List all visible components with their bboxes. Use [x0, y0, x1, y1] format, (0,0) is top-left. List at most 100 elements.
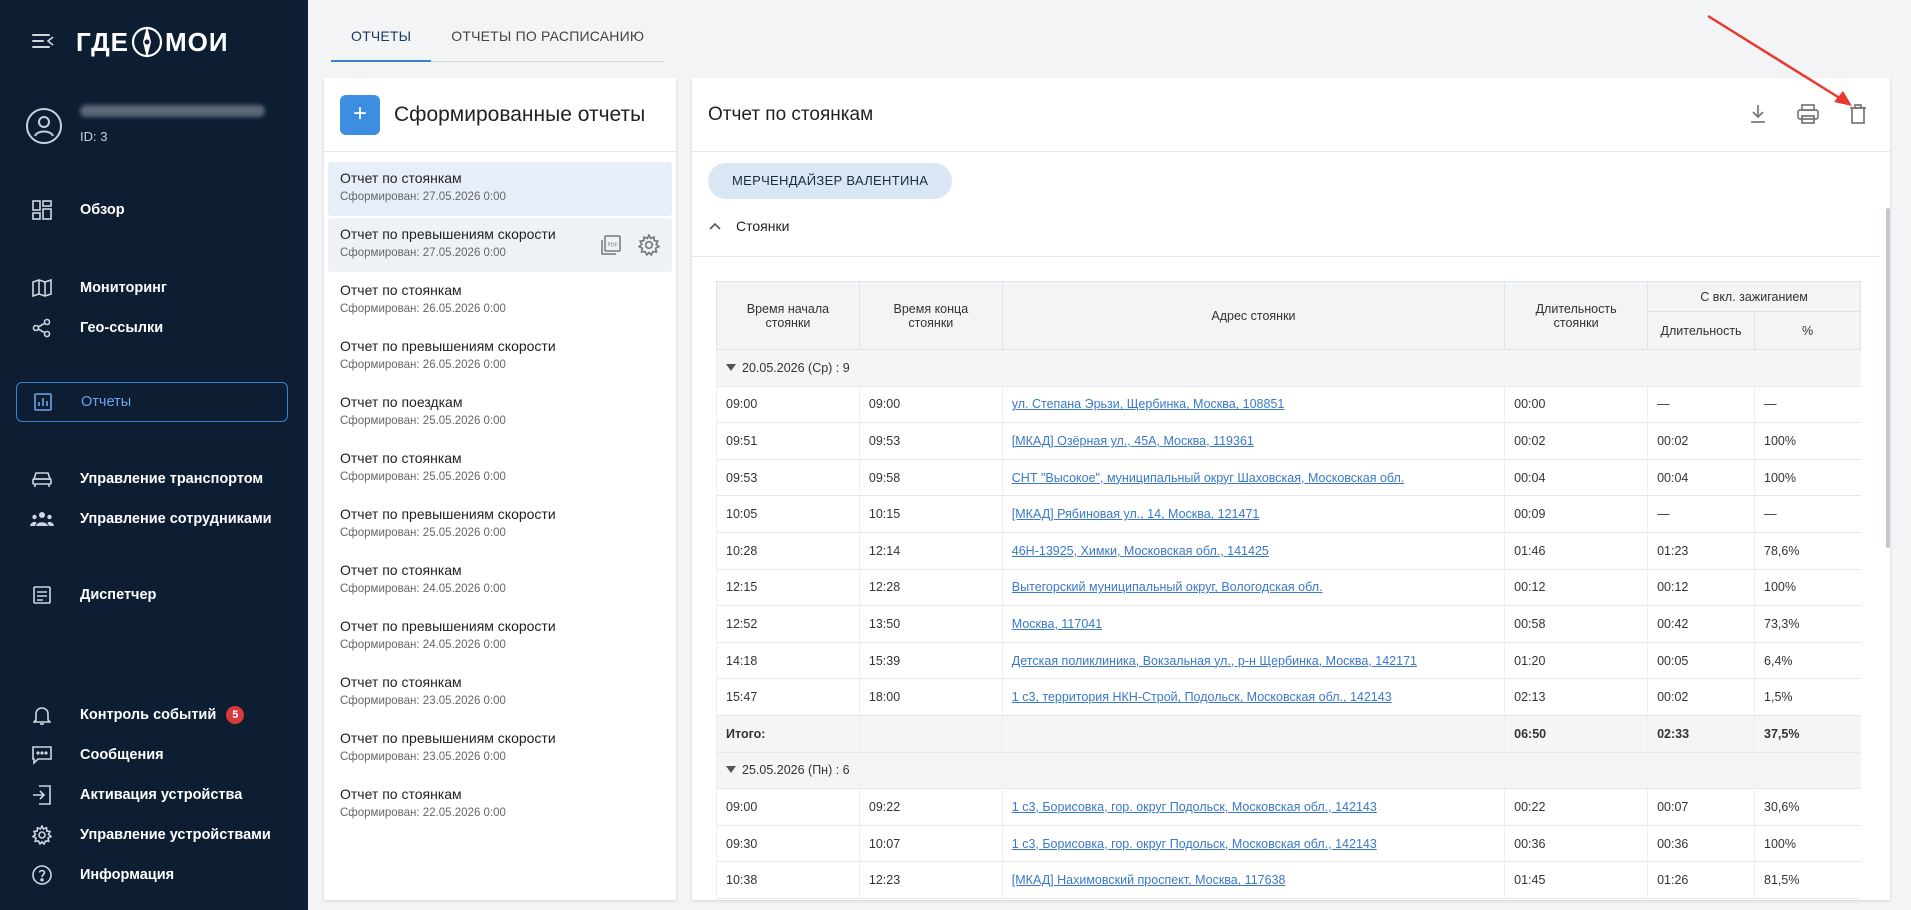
divider	[692, 256, 1880, 257]
table-row: 09:30 10:07 1 с3, Борисовка, гор. округ …	[716, 824, 1861, 863]
nav-item-messages[interactable]: Сообщения	[16, 735, 288, 775]
group-label: 25.05.2026 (Пн) : 6	[742, 763, 850, 778]
cell-duration: 01:45	[1504, 861, 1648, 899]
address-link[interactable]: [МКАД] Рябиновая ул., 14, Москва, 121471	[1012, 507, 1260, 521]
user-avatar-icon[interactable]	[26, 108, 62, 144]
nav-item-information[interactable]: Информация	[16, 855, 288, 895]
col-header-ignition-duration[interactable]: Длительность	[1647, 311, 1756, 350]
cell-end: 10:15	[858, 495, 1003, 533]
nav-item-vehicles[interactable]: Управление транспортом	[16, 459, 288, 499]
table-row: 10:05 10:15 [МКАД] Рябиновая ул., 14, Мо…	[716, 495, 1861, 533]
address-link[interactable]: 46Н-13925, Химки, Московская обл., 14142…	[1012, 544, 1269, 558]
help-icon	[30, 863, 54, 887]
address-link[interactable]: Москва, 117041	[1012, 617, 1102, 631]
address-link[interactable]: СНТ "Высокое", муниципальный округ Шахов…	[1012, 471, 1405, 485]
col-header-end[interactable]: Время конца стоянки	[858, 281, 1003, 350]
report-title: Отчет по стоянкам	[708, 104, 874, 125]
address-link[interactable]: ул. Степана Эрьзи, Щербинка, Москва, 108…	[1012, 397, 1285, 411]
nav-item-events[interactable]: Контроль событий 5	[16, 695, 288, 735]
nav-item-reports[interactable]: Отчеты	[16, 382, 288, 422]
nav-item-device-activation[interactable]: Активация устройства	[16, 775, 288, 815]
nav-item-overview[interactable]: Обзор	[16, 190, 288, 230]
report-list-item[interactable]: Отчет по превышениям скорости Сформирова…	[328, 218, 672, 272]
col-header-duration[interactable]: Длительность стоянки	[1504, 281, 1649, 350]
address-link[interactable]: Детская поликлиника, Вокзальная ул., р-н…	[1012, 654, 1417, 668]
cell-ign-duration: 00:04	[1647, 458, 1755, 497]
chevron-up-icon	[709, 222, 721, 230]
cell-end: 12:23	[858, 861, 1003, 899]
report-list-item[interactable]: Отчет по превышениям скорости Сформирова…	[328, 610, 672, 664]
table-row: 09:00 09:00 ул. Степана Эрьзи, Щербинка,…	[716, 385, 1861, 424]
cell-ign-pct: 30,6%	[1754, 788, 1861, 826]
report-list-item[interactable]: Отчет по поездкам Сформирован: 25.05.202…	[328, 386, 672, 440]
report-list: Отчет по стоянкам Сформирован: 27.05.202…	[328, 162, 672, 834]
cell-ign-duration: 00:05	[1647, 641, 1755, 680]
tab-reports[interactable]: ОТЧЕТЫ	[331, 18, 432, 62]
nav-label: Информация	[80, 867, 175, 883]
col-header-start[interactable]: Время начала стоянки	[716, 281, 860, 350]
nav-item-dispatcher[interactable]: Диспетчер	[16, 575, 288, 615]
cell-ign-duration: 00:02	[1647, 422, 1755, 460]
report-list-item[interactable]: Отчет по стоянкам Сформирован: 24.05.202…	[328, 554, 672, 608]
report-list-item[interactable]: Отчет по стоянкам Сформирован: 25.05.202…	[328, 442, 672, 496]
app-logo[interactable]: ГДЕ МОИ	[76, 20, 229, 64]
add-report-button[interactable]: +	[340, 95, 380, 135]
menu-collapse-icon[interactable]	[32, 32, 54, 50]
address-link[interactable]: [МКАД] Нахимовский проспект, Москва, 117…	[1012, 873, 1286, 887]
cell-ign-pct: 100%	[1754, 422, 1861, 460]
nav-item-geo-links[interactable]: Гео-ссылки	[16, 308, 288, 348]
cell-ign-duration: 01:26	[1647, 861, 1755, 899]
car-icon	[30, 467, 54, 491]
report-list-item[interactable]: Отчет по стоянкам Сформирован: 23.05.202…	[328, 666, 672, 720]
map-icon	[30, 276, 54, 300]
cell-ign-duration: 00:02	[1647, 678, 1755, 716]
report-name: Отчет по стоянкам	[340, 786, 462, 802]
col-header-ignition-percent[interactable]: %	[1754, 311, 1861, 350]
nav-item-monitoring[interactable]: Мониторинг	[16, 268, 288, 308]
cell-start: 10:28	[716, 531, 860, 570]
vertical-scrollbar[interactable]	[1886, 208, 1890, 548]
nav-item-device-management[interactable]: Управление устройствами	[16, 815, 288, 855]
cell-duration: 00:02	[1504, 422, 1648, 460]
report-date: Сформирован: 23.05.2026 0:00	[340, 751, 506, 763]
nav-item-employees[interactable]: Управление сотрудниками	[16, 499, 288, 539]
table-row: 14:18 15:39 Детская поликлиника, Вокзаль…	[716, 641, 1861, 680]
cell-ign-pct: 1,5%	[1754, 678, 1861, 716]
report-date: Сформирован: 24.05.2026 0:00	[340, 639, 506, 651]
report-list-item[interactable]: Отчет по стоянкам Сформирован: 22.05.202…	[328, 778, 672, 832]
address-link[interactable]: [МКАД] Озёрная ул., 45А, Москва, 119361	[1012, 434, 1254, 448]
tab-scheduled-reports[interactable]: ОТЧЕТЫ ПО РАСПИСАНИЮ	[431, 18, 664, 61]
cell-ign-duration: 00:12	[1647, 568, 1755, 607]
group-row[interactable]: 25.05.2026 (Пн) : 6	[716, 751, 1861, 790]
cell-start: 09:53	[716, 458, 860, 497]
address-link[interactable]: 1 с3, территория НКН-Строй, Подольск, Мо…	[1012, 690, 1392, 704]
nav-label: Отчеты	[81, 394, 132, 410]
cell-duration: 01:20	[1504, 641, 1648, 680]
cell-duration: 00:12	[1504, 568, 1648, 607]
section-title: Стоянки	[736, 218, 790, 234]
report-list-item[interactable]: Отчет по превышениям скорости Сформирова…	[328, 498, 672, 552]
section-header-parkings[interactable]: Стоянки	[708, 212, 789, 240]
report-list-item[interactable]: Отчет по стоянкам Сформирован: 27.05.202…	[328, 162, 672, 216]
group-row[interactable]: 20.05.2026 (Ср) : 9	[716, 349, 1861, 387]
nav-label: Управление устройствами	[80, 827, 271, 843]
annotation-arrow	[1707, 14, 1852, 106]
gear-icon[interactable]	[638, 234, 660, 256]
message-icon	[30, 743, 54, 767]
address-link[interactable]: 1 с3, Борисовка, гор. округ Подольск, Мо…	[1012, 837, 1377, 851]
address-link[interactable]: 1 с3, Борисовка, гор. округ Подольск, Мо…	[1012, 800, 1377, 814]
report-date: Сформирован: 25.05.2026 0:00	[340, 415, 506, 427]
report-list-item[interactable]: Отчет по стоянкам Сформирован: 26.05.202…	[328, 274, 672, 328]
table-row: 12:15 12:28 Вытегорский муниципальный ок…	[716, 568, 1861, 607]
address-link[interactable]: Вытегорский муниципальный округ, Вологод…	[1012, 580, 1323, 594]
report-list-item[interactable]: Отчет по превышениям скорости Сформирова…	[328, 330, 672, 384]
pdf-export-icon[interactable]: PDF	[600, 234, 622, 256]
nav-label: Активация устройства	[80, 787, 243, 803]
bell-icon	[30, 703, 54, 727]
employee-chip[interactable]: МЕРЧЕНДАЙЗЕР ВАЛЕНТИНА	[708, 163, 953, 199]
table-row: 09:51 09:53 [МКАД] Озёрная ул., 45А, Мос…	[716, 422, 1861, 460]
report-list-item[interactable]: Отчет по превышениям скорости Сформирова…	[328, 722, 672, 776]
nav-label: Мониторинг	[80, 280, 167, 296]
col-header-address[interactable]: Адрес стоянки	[1001, 281, 1506, 350]
cell-start: 09:30	[716, 824, 860, 863]
